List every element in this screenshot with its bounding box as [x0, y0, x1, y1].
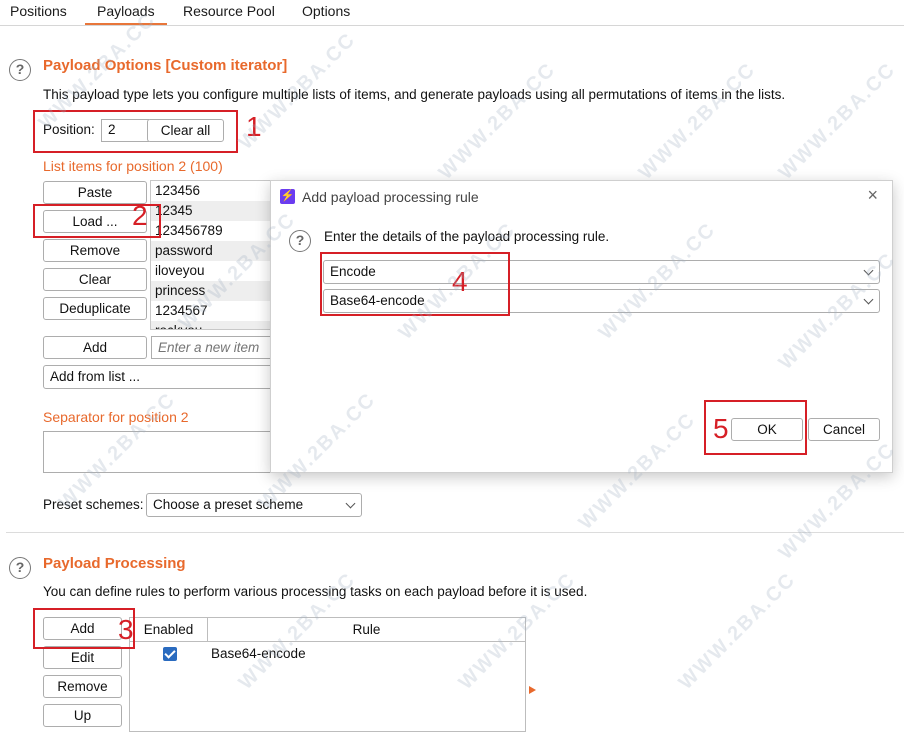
payload-options-title: Payload Options [Custom iterator] — [43, 57, 288, 74]
list-item[interactable]: 123456789 — [151, 221, 274, 241]
separator-label: Separator for position 2 — [43, 409, 189, 425]
watermark: WWW.2BA.CC — [774, 58, 901, 184]
column-header-enabled[interactable]: Enabled — [130, 618, 208, 642]
chevron-down-icon — [863, 265, 874, 276]
watermark: WWW.2BA.CC — [434, 58, 561, 184]
list-item[interactable]: 12345 — [151, 201, 274, 221]
dialog-title: Add payload processing rule — [302, 189, 479, 205]
up-rule-button[interactable]: Up — [43, 704, 122, 727]
edit-rule-button[interactable]: Edit — [43, 646, 122, 669]
help-icon[interactable]: ? — [289, 230, 311, 252]
annotation-number-1: 1 — [246, 111, 262, 142]
remove-button[interactable]: Remove — [43, 239, 147, 262]
list-item[interactable]: iloveyou — [151, 261, 274, 281]
new-item-input[interactable] — [151, 336, 276, 359]
annotation-number-2: 2 — [132, 200, 148, 231]
deduplicate-button[interactable]: Deduplicate — [43, 297, 147, 320]
dialog-prompt: Enter the details of the payload process… — [324, 229, 610, 244]
list-item[interactable]: 1234567 — [151, 301, 274, 321]
close-icon[interactable]: × — [867, 185, 878, 206]
remove-rule-button[interactable]: Remove — [43, 675, 122, 698]
tab-options[interactable]: Options — [302, 3, 350, 19]
tab-positions[interactable]: Positions — [10, 3, 67, 19]
rule-enabled-checkbox[interactable] — [163, 647, 177, 661]
preset-schemes-label: Preset schemes: — [43, 497, 144, 512]
rule-name: Base64-encode — [211, 646, 306, 661]
tab-bar: Positions Payloads Resource Pool Options — [0, 0, 904, 26]
section-divider — [6, 532, 904, 533]
list-item[interactable]: rockyou — [151, 321, 274, 329]
payload-options-description: This payload type lets you configure mul… — [43, 87, 786, 102]
preset-scheme-value: Choose a preset scheme — [153, 497, 304, 512]
list-item[interactable]: princess — [151, 281, 274, 301]
tab-resource-pool[interactable]: Resource Pool — [183, 3, 275, 19]
annotation-number-4: 4 — [452, 266, 468, 297]
annotation-number-5: 5 — [713, 413, 729, 444]
add-from-list-select[interactable]: Add from list ... — [43, 365, 276, 389]
annotation-box-1 — [33, 110, 238, 153]
add-from-list-value: Add from list ... — [50, 369, 141, 384]
separator-input[interactable] — [43, 431, 276, 473]
payload-processing-title: Payload Processing — [43, 555, 186, 572]
add-item-button[interactable]: Add — [43, 336, 147, 359]
annotation-box-4 — [320, 252, 510, 316]
burp-logo-icon: ⚡ — [280, 189, 295, 204]
payload-processing-description: You can define rules to perform various … — [43, 584, 588, 599]
watermark: WWW.2BA.CC — [674, 568, 801, 694]
help-icon[interactable]: ? — [9, 59, 31, 81]
list-item[interactable]: 123456 — [151, 181, 274, 201]
chevron-down-icon — [345, 498, 356, 509]
scroll-marker-icon — [529, 686, 536, 694]
clear-button[interactable]: Clear — [43, 268, 147, 291]
tab-payloads[interactable]: Payloads — [85, 3, 167, 25]
list-item[interactable]: password — [151, 241, 274, 261]
list-items-label: List items for position 2 (100) — [43, 158, 223, 174]
cancel-button[interactable]: Cancel — [808, 418, 880, 441]
chevron-down-icon — [863, 294, 874, 305]
watermark: WWW.2BA.CC — [634, 58, 761, 184]
preset-scheme-select[interactable]: Choose a preset scheme — [146, 493, 362, 517]
annotation-number-3: 3 — [118, 614, 134, 645]
column-header-rule[interactable]: Rule — [208, 618, 525, 642]
payload-item-list[interactable]: 123456 12345 123456789 password iloveyou… — [150, 180, 275, 330]
processing-rules-table: Enabled Rule Base64-encode — [129, 617, 526, 732]
help-icon[interactable]: ? — [9, 557, 31, 579]
